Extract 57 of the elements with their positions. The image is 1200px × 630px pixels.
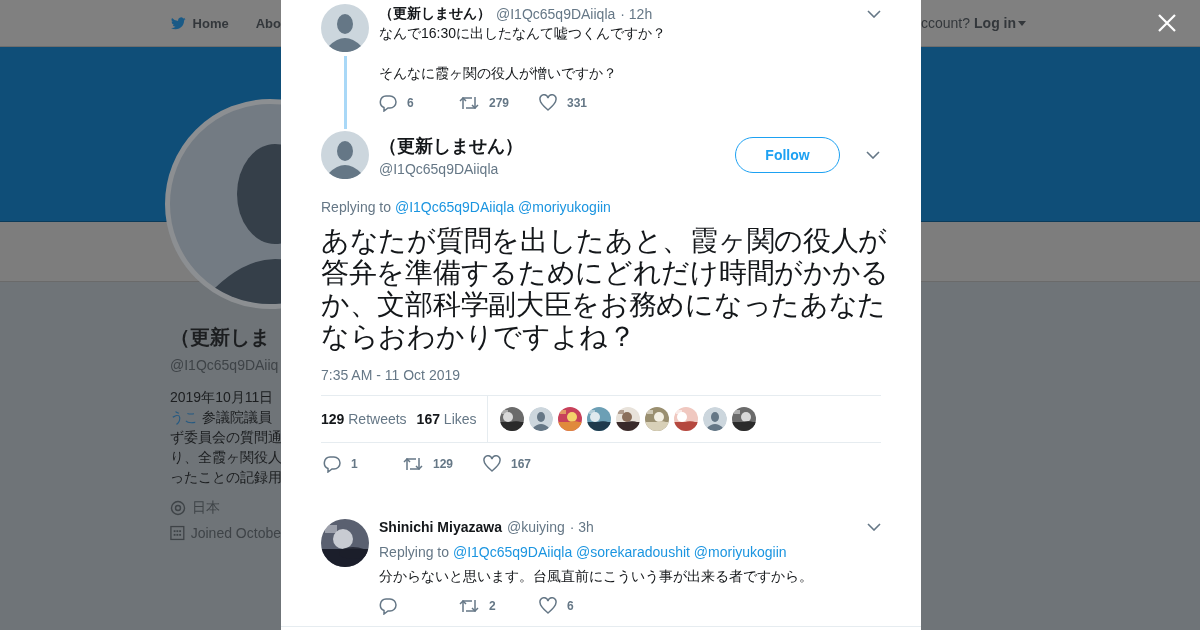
avatar bbox=[702, 407, 727, 431]
action-count: 279 bbox=[489, 96, 510, 110]
avatar bbox=[321, 4, 369, 52]
author-handle: @kuiying bbox=[506, 519, 565, 535]
follow-button[interactable]: Follow bbox=[735, 137, 840, 173]
mention-link[interactable]: @moriyukogiin bbox=[518, 199, 611, 215]
action-count: 129 bbox=[433, 457, 454, 471]
profile-bio: 2019年10月11日 うこ 参議院議員 ず委員会の質問通 り、全霞ヶ関役人 ったことの記録用 bbox=[170, 388, 281, 487]
author-handle: @I1Qc65q9DAiiqla bbox=[496, 6, 616, 22]
mention-link[interactable]: @I1Qc65q9DAiiqla bbox=[452, 544, 573, 560]
replying-to: Replying to @I1Qc65q9DAiiqla @moriyukogiin bbox=[321, 199, 612, 215]
action-count: 6 bbox=[407, 96, 414, 110]
chevron-icon[interactable] bbox=[867, 523, 881, 531]
close-icon[interactable] bbox=[1158, 14, 1176, 32]
caret-icon[interactable] bbox=[1018, 20, 1027, 26]
tweet-text: 分からないと思います。台風直前にこういう事が出来る者ですから。 bbox=[379, 567, 814, 586]
author-name: （更新しません） bbox=[379, 134, 524, 158]
tweet-text: そんなに霞ヶ関の役人が憎いですか？ bbox=[379, 64, 618, 83]
tweet-text: なんで16:30に出したなんて嘘つくんですか？ bbox=[379, 24, 668, 43]
author-name: Shinichi Miyazawa bbox=[379, 519, 502, 535]
tweet-timestamp: 7:35 AM - 11 Oct 2019 bbox=[321, 367, 462, 383]
nav-link[interactable]: Home bbox=[192, 15, 229, 31]
heart-icon[interactable] bbox=[539, 94, 557, 112]
stat-count[interactable]: 129 Retweets bbox=[321, 411, 407, 427]
mention-link[interactable]: @moriyukogiin bbox=[693, 544, 787, 560]
mention-link[interactable]: @sorekaradoushit bbox=[576, 544, 690, 560]
avatar bbox=[528, 407, 553, 431]
mention-link[interactable]: @I1Qc65q9DAiiqla bbox=[394, 199, 515, 215]
action-count: 167 bbox=[511, 457, 532, 471]
tweet-time: · 12h bbox=[620, 6, 653, 22]
action-count: 1 bbox=[351, 457, 358, 471]
author-name: （更新しません） bbox=[379, 5, 491, 23]
heart-icon[interactable] bbox=[483, 455, 501, 473]
retweet-icon[interactable] bbox=[459, 597, 479, 615]
avatar bbox=[321, 131, 369, 179]
action-count: 2 bbox=[489, 599, 496, 613]
action-count: 6 bbox=[567, 599, 574, 613]
stat-count[interactable]: 167 Likes bbox=[416, 411, 477, 427]
heart-icon[interactable] bbox=[539, 597, 557, 615]
author-handle: @I1Qc65q9DAiiqla bbox=[379, 160, 500, 177]
action-count: 331 bbox=[567, 96, 588, 110]
account-prompt: ccount? bbox=[921, 15, 971, 31]
login-link[interactable]: Log in bbox=[974, 15, 1027, 31]
tweet-text: あなたが質問を出したあと、霞ヶ関の役人が答弁を準備するためにどれだけ時間がかかるか、文部科学副大臣をお務めになったあなたならおわかりですよね？ bbox=[321, 225, 889, 353]
profile-name: （更新しま bbox=[170, 325, 271, 350]
location-icon bbox=[170, 500, 186, 516]
nav-link[interactable]: Abo bbox=[255, 15, 281, 31]
retweet-icon[interactable] bbox=[459, 94, 479, 112]
chevron-icon[interactable] bbox=[867, 10, 881, 18]
reply-icon[interactable] bbox=[379, 94, 397, 112]
replying-to: Replying to @I1Qc65q9DAiiqla @sorekaradoushit @moriyukogiin bbox=[379, 544, 788, 560]
reply-icon[interactable] bbox=[379, 597, 397, 615]
chevron-icon[interactable] bbox=[866, 151, 880, 159]
retweet-icon[interactable] bbox=[403, 455, 423, 473]
reply-icon[interactable] bbox=[323, 455, 341, 473]
tweet-time: · 3h bbox=[569, 519, 594, 535]
calendar-icon bbox=[170, 525, 185, 541]
